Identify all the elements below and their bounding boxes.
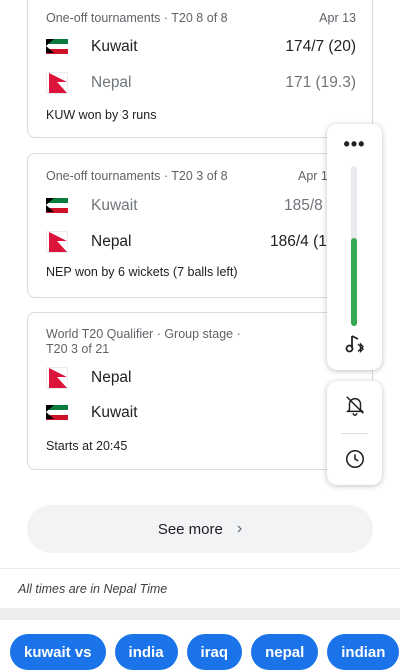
chip-iraq[interactable]: iraq [186,634,243,670]
bell-off-icon[interactable] [341,391,369,419]
match-result: NEP won by 6 wickets (7 balls left) [46,265,238,279]
team-score: 185/8 [284,197,323,214]
nepal-flag-icon [46,231,68,253]
chip-kuwait-vs[interactable]: kuwait vs [10,634,106,670]
team-name: Nepal [91,233,132,250]
volume-slider[interactable] [351,166,357,326]
match-header: One-off tournaments · T20 8 of 8 [46,11,228,25]
nepal-flag-icon [46,72,68,94]
more-options-icon[interactable]: ••• [327,134,382,155]
team-row: Kuwait [46,400,356,426]
notification-panel [327,381,382,485]
team-row: Nepal [46,365,356,391]
volume-slider-fill [351,238,357,326]
team-row: Kuwait 174/7 (20) [46,34,356,60]
match-header: One-off tournaments · T20 3 of 8 [46,169,228,183]
team-name: Nepal [91,369,132,386]
kuwait-flag-icon [46,195,68,217]
team-name: Kuwait [91,197,138,214]
team-name: Kuwait [91,38,138,55]
team-score: 186/4 (1 [270,233,327,250]
match-card-1[interactable]: One-off tournaments · T20 8 of 8 Apr 13 … [27,0,373,138]
team-row: Kuwait 185/8 [46,193,356,219]
match-card-3[interactable]: World T20 Qualifier · Group stage · T20 … [27,312,373,470]
team-name: Kuwait [91,404,138,421]
team-score: 171 (19.3) [285,74,356,91]
clock-icon[interactable] [341,445,369,473]
team-name: Nepal [91,74,132,91]
kuwait-flag-icon [46,402,68,424]
match-result: KUW won by 3 runs [46,108,157,122]
chip-nepal[interactable]: nepal [251,634,319,670]
volume-panel: ••• [327,124,382,370]
section-separator [0,608,400,620]
match-card-2[interactable]: One-off tournaments · T20 3 of 8 Apr 1 K… [27,153,373,298]
bluetooth-music-icon[interactable] [341,330,369,358]
chip-indian[interactable]: indian [327,634,400,670]
team-row: Nepal 171 (19.3) [46,70,356,96]
kuwait-flag-icon [46,36,68,58]
match-start-time: Starts at 20:45 [46,439,128,453]
timezone-note: All times are in Nepal Time [18,582,168,596]
match-header-line2: T20 3 of 21 [46,342,110,356]
nepal-flag-icon [46,367,68,389]
team-row: Nepal 186/4 (1 [46,229,356,255]
panel-divider [341,433,368,434]
chevron-right-icon: › [236,520,243,537]
see-more-label: See more [157,520,223,538]
chip-india[interactable]: india [114,634,178,670]
team-score: 174/7 (20) [285,38,356,55]
match-date: Apr 1 [298,169,328,183]
match-date: Apr 13 [319,11,356,25]
match-header-line1: World T20 Qualifier · Group stage · [46,327,241,341]
divider [0,568,400,569]
see-more-button[interactable]: See more › [27,505,373,553]
related-searches: kuwait vs india iraq nepal indian [10,634,400,670]
